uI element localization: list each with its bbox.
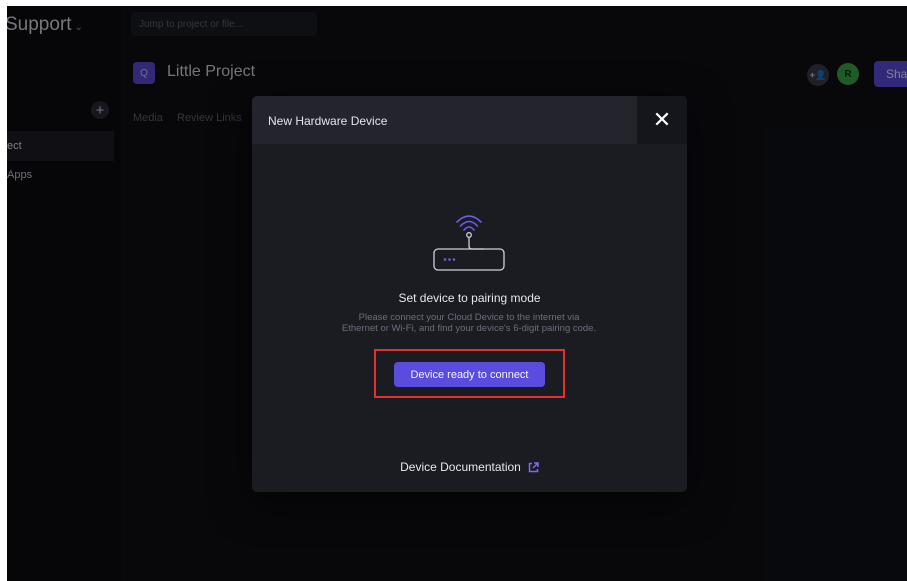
- link-label: Device Documentation: [400, 460, 521, 474]
- router-wifi-icon: [433, 215, 505, 271]
- close-button[interactable]: ✕: [637, 96, 687, 144]
- app-window: Support ⌄ + ect Apps Jump to project or …: [7, 6, 907, 581]
- close-icon: ✕: [652, 107, 672, 132]
- pairing-step-title: Set device to pairing mode: [398, 291, 541, 305]
- device-documentation-link[interactable]: Device Documentation: [252, 460, 687, 474]
- dialog-header: New Hardware Device ✕: [252, 96, 687, 144]
- button-label: Device ready to connect: [410, 368, 529, 381]
- dialog-title: New Hardware Device: [268, 114, 388, 128]
- pairing-instructions: Please connect your Cloud Device to the …: [341, 312, 597, 334]
- new-hardware-device-dialog: New Hardware Device ✕ Set device to pair…: [252, 96, 687, 492]
- device-ready-to-connect-button[interactable]: Device ready to connect: [394, 362, 545, 387]
- external-link-icon: [528, 461, 539, 472]
